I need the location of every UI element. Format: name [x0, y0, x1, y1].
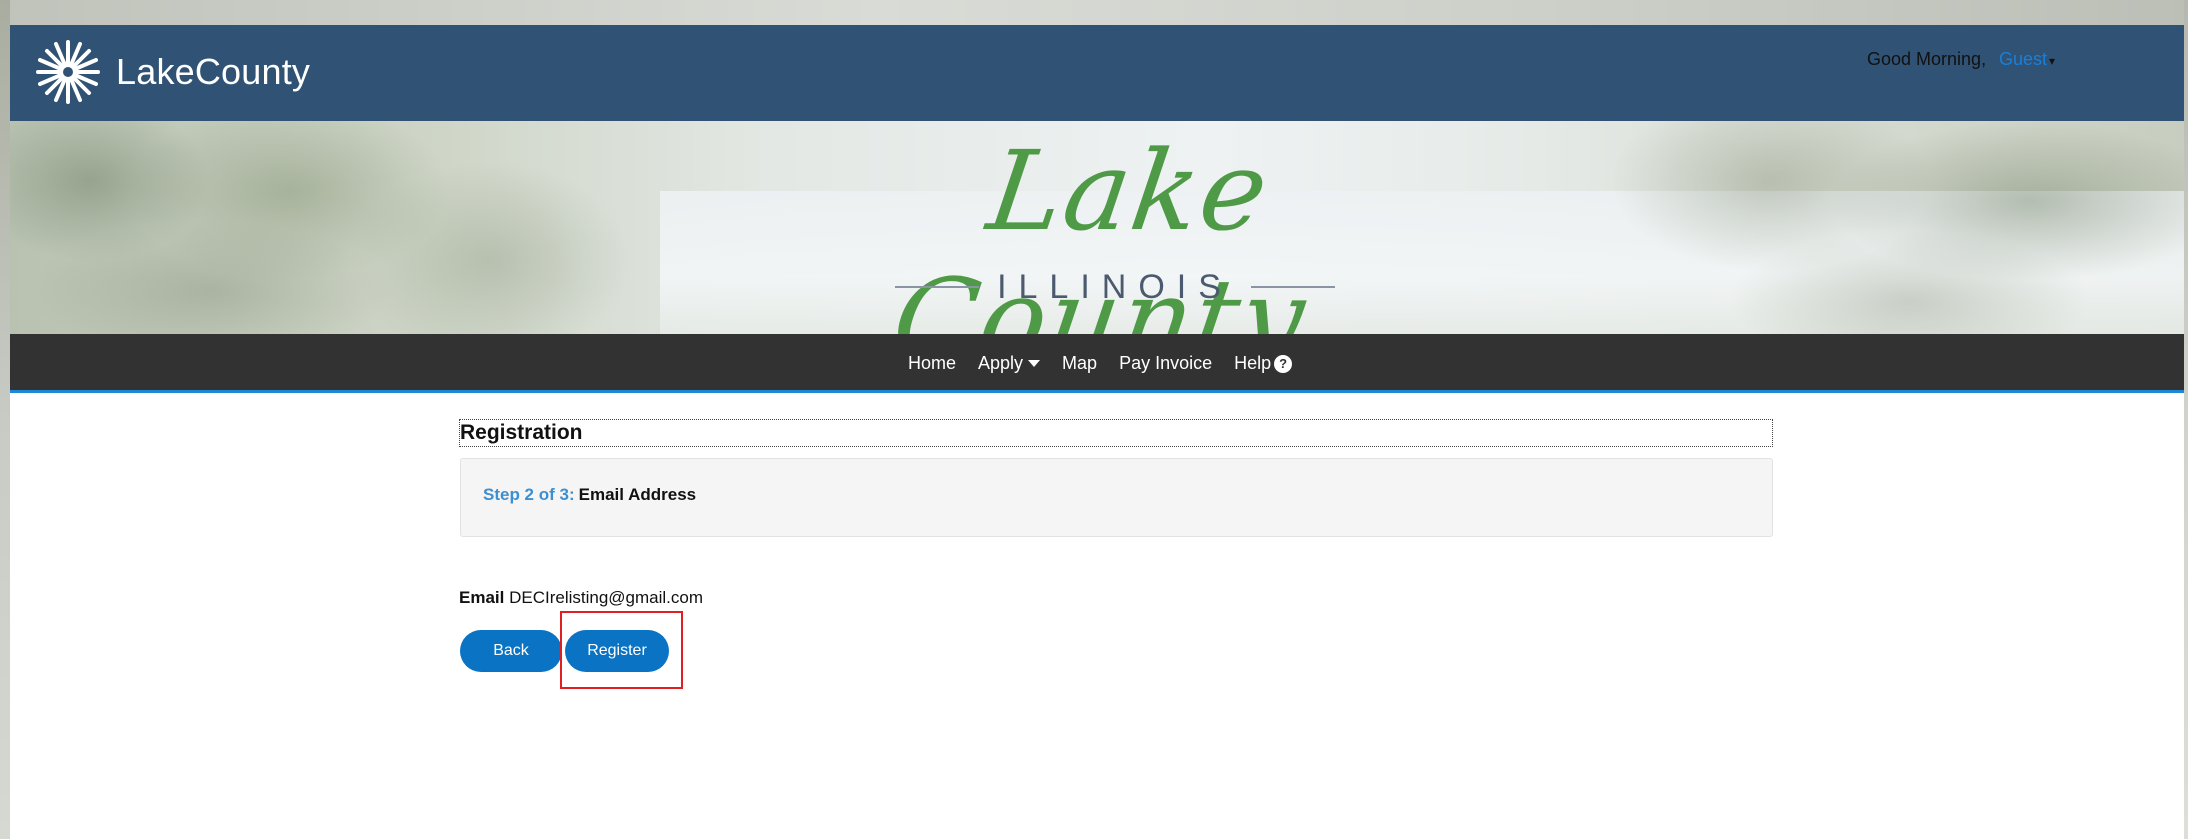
divider [1250, 286, 1335, 288]
nav-item-label: Help [1234, 353, 1272, 373]
caret-down-icon [1028, 360, 1041, 367]
email-label: Email [459, 588, 505, 607]
nav-item-label: Apply [978, 353, 1024, 373]
page: LakeCounty Good Morning, Guest ▾ Lake Cou… [10, 25, 2184, 839]
page-title: Registration [459, 419, 1773, 447]
background-right [2184, 0, 2188, 839]
nav-item-help[interactable]: Help? [1234, 353, 1293, 374]
banner-trees-right [1610, 121, 2184, 334]
email-row: Email DECIrelisting@gmail.com [459, 588, 703, 608]
nav-item-apply[interactable]: Apply [978, 353, 1041, 374]
brand-name: LakeCounty [116, 51, 311, 92]
banner-state: ILLINOIS [997, 267, 1233, 306]
brand-logo[interactable]: LakeCounty [32, 37, 310, 107]
step-progress: Step 2 of 3: [483, 485, 575, 504]
main-nav: Home Apply Map Pay Invoice Help? [10, 334, 2184, 393]
banner-trees-left [10, 121, 710, 334]
nav-item-label: Pay Invoice [1119, 353, 1213, 373]
user-menu[interactable]: Guest ▾ [1999, 49, 2055, 70]
nav-items: Home Apply Map Pay Invoice Help? [908, 334, 1314, 393]
step-indicator: Step 2 of 3: Email Address [460, 458, 1773, 537]
banner-state-line: ILLINOIS [895, 267, 1335, 307]
back-button[interactable]: Back [460, 630, 562, 672]
asterisk-logo-icon [36, 40, 100, 104]
nav-item-label: Map [1062, 353, 1098, 373]
question-circle-icon: ? [1274, 354, 1293, 373]
top-header: LakeCounty Good Morning, Guest ▾ [10, 25, 2184, 121]
step-name: Email Address [578, 485, 697, 504]
nav-item-home[interactable]: Home [908, 353, 956, 374]
hero-banner: Lake County, ILLINOIS [10, 121, 2184, 334]
greeting-text: Good Morning, [1867, 49, 1987, 69]
background-left [0, 0, 10, 839]
caret-down-icon: ▾ [2049, 54, 2056, 68]
nav-item-pay-invoice[interactable]: Pay Invoice [1119, 353, 1212, 374]
divider [895, 286, 980, 288]
register-button[interactable]: Register [565, 630, 669, 672]
step-row: Step 2 of 3: Email Address [483, 485, 696, 505]
email-value: DECIrelisting@gmail.com [509, 588, 704, 607]
nav-item-map[interactable]: Map [1062, 353, 1097, 374]
background-top [0, 0, 2188, 25]
nav-item-label: Home [908, 353, 957, 373]
user-name: Guest [1999, 49, 2048, 69]
